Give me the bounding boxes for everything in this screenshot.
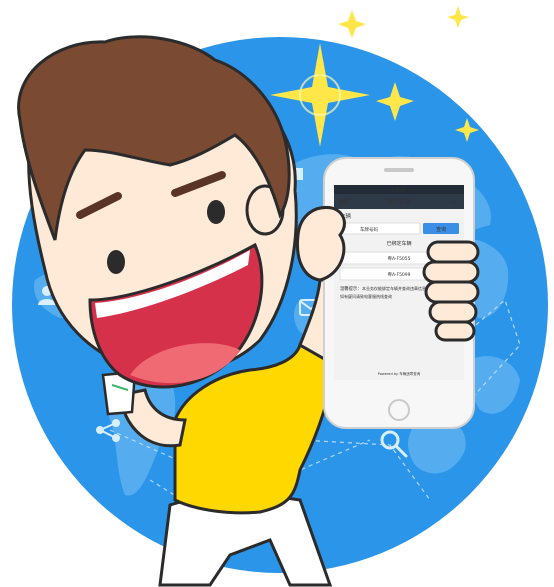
nav-title: 我的车辆 [387, 198, 411, 206]
thumbs-up-icon [295, 205, 346, 282]
notice-label: 温馨提示： [340, 285, 361, 292]
bound-vehicles-link[interactable]: 已绑定车辆 [386, 240, 411, 247]
footer-text: Powered by 车辆违章查询 [378, 371, 421, 376]
illustration-canvas: 09:28 返回 我的车辆 ••• 车辆 车牌号码 查询 已绑定车辆 粤A·F5… [12, 6, 548, 587]
status-time: 09:28 [392, 188, 406, 194]
notice-text: 本业务仅能绑定车辆并查询违章信息 [362, 285, 426, 291]
back-button[interactable]: 返回 [338, 199, 350, 206]
vehicle-plate: 粤A·F5055 [387, 255, 410, 262]
plate-placeholder: 车牌号码 [360, 226, 378, 233]
more-menu[interactable]: ••• [451, 200, 460, 206]
plate-input[interactable] [339, 222, 421, 235]
vehicle-plate: 粤A·F5099 [387, 271, 410, 278]
notice-text-2: 如有疑问请致电客服热线查询 [340, 293, 392, 299]
submit-label: 查询 [436, 226, 446, 233]
